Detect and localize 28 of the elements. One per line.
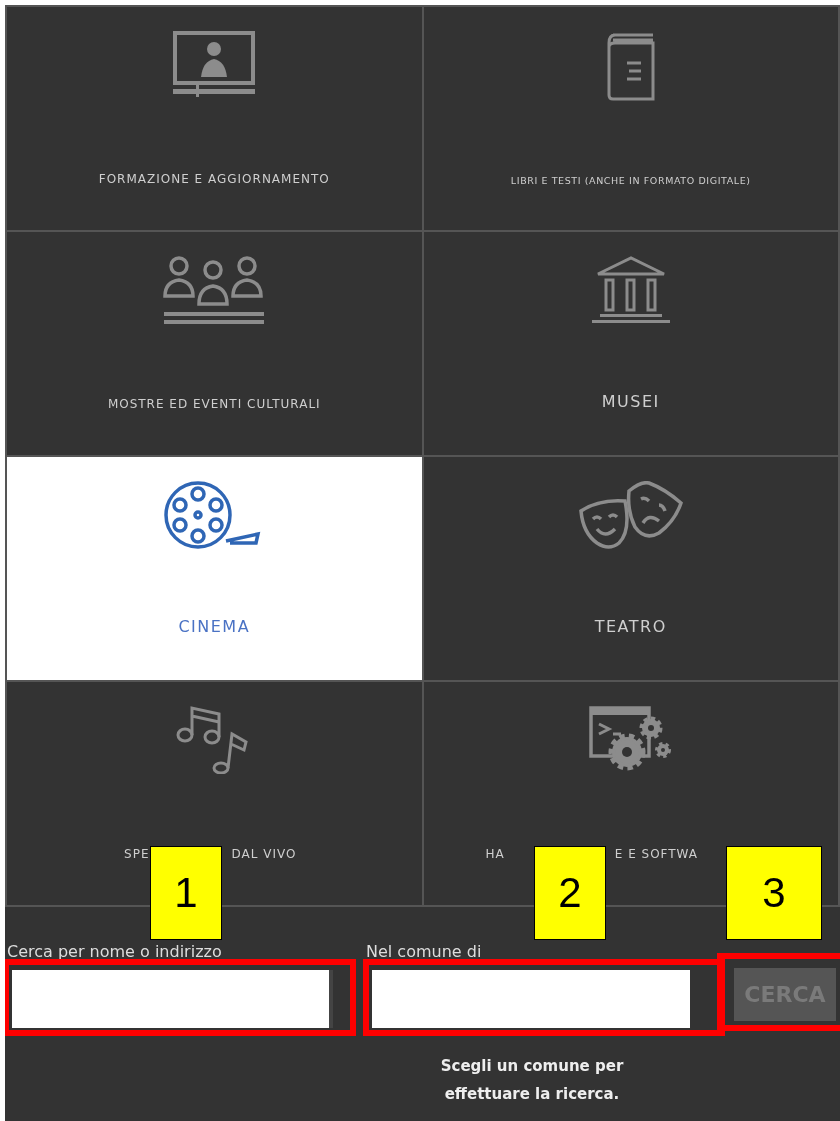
category-tile[interactable]: MOSTRE ED EVENTI CULTURALI: [7, 232, 422, 455]
tile-label: DAL VIVO: [231, 847, 297, 861]
tile-label: SPE: [124, 847, 150, 861]
category-tile[interactable]: LIBRI E TESTI (ANCHE IN FORMATO DIGITALE): [423, 7, 838, 230]
theater-masks-icon: [578, 481, 683, 549]
name-search-field[interactable]: [12, 970, 333, 1028]
field-label: Cerca per nome o indirizzo: [7, 942, 223, 963]
tile-label: TEATRO: [594, 617, 667, 636]
tile-label: HA: [485, 847, 505, 861]
audience-icon: [162, 256, 267, 324]
town-field[interactable]: [372, 970, 690, 1028]
tile-label: LIBRI E TESTI (ANCHE IN FORMATO DIGITALE): [510, 175, 751, 186]
tile-label: MOSTRE ED EVENTI CULTURALI: [107, 397, 321, 411]
museum-icon: [591, 256, 670, 324]
tile-label: FORMAZIONE E AGGIORNAMENTO: [98, 172, 330, 186]
tile-label: E E SOFTWA: [614, 847, 699, 861]
category-tile[interactable]: MUSEI: [423, 232, 838, 455]
hint-text: Scegli un comune per effettuare la ricerca.: [439, 1056, 625, 1105]
category-tile[interactable]: CINEMA: [7, 457, 422, 680]
tile-label: CINEMA: [178, 617, 251, 636]
tile-label: MUSEI: [601, 392, 660, 411]
number-callout: 3: [726, 846, 822, 940]
field-label: Nel comune di: [366, 942, 483, 963]
number-callout: 1: [150, 846, 222, 940]
number-callout: 2: [534, 846, 606, 940]
category-tile[interactable]: TEATRO: [423, 457, 838, 680]
category-tile[interactable]: FORMAZIONE E AGGIORNAMENTO: [7, 7, 422, 230]
presenter-screen-icon: [173, 31, 256, 99]
